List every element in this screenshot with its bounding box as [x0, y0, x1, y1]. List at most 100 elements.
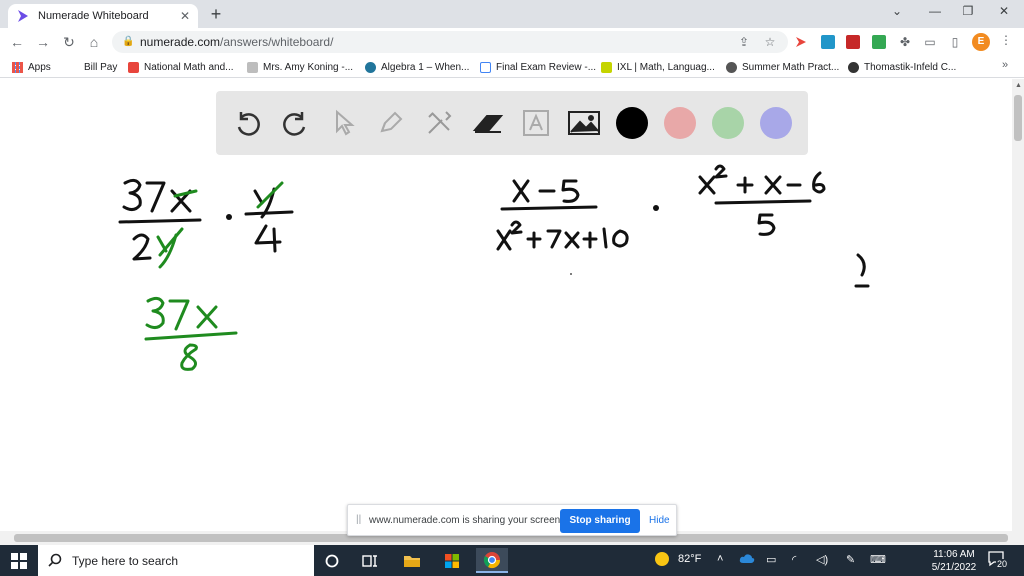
bookmarks-bar: Apps Bill Pay National Math and... Mrs. …: [0, 56, 1024, 78]
ixl-icon: [601, 61, 612, 73]
search-icon: [48, 553, 62, 567]
vertical-scrollbar[interactable]: ▲: [1012, 79, 1024, 531]
wordpress-icon: [365, 61, 376, 73]
weather-sun-icon[interactable]: [654, 551, 670, 570]
bookmark-thomastik[interactable]: Thomastik-Infeld C...: [848, 60, 956, 74]
network-icon[interactable]: ▭: [766, 553, 776, 566]
color-green-swatch[interactable]: [712, 107, 744, 139]
color-pink-swatch[interactable]: [664, 107, 696, 139]
eraser-icon[interactable]: [470, 105, 506, 141]
bookmarks-more-icon[interactable]: »: [1002, 59, 1008, 71]
form-icon: [480, 61, 491, 73]
undo-icon[interactable]: [230, 105, 266, 141]
restore-button[interactable]: ❐: [958, 4, 978, 18]
fraction-quadratic-over-5: [698, 164, 826, 236]
text-icon[interactable]: [518, 105, 554, 141]
extension-check-icon[interactable]: [872, 35, 886, 49]
bookmark-mrs-koning[interactable]: Mrs. Amy Koning -...: [247, 60, 353, 74]
tab-close-icon[interactable]: ✕: [180, 9, 190, 23]
cast-icon[interactable]: ▭: [922, 34, 938, 50]
file-explorer-icon[interactable]: [396, 548, 428, 573]
pen-icon[interactable]: [373, 105, 409, 141]
taskbar-search-box[interactable]: Type here to search: [38, 545, 314, 576]
sharing-message: www.numerade.com is sharing your screen.: [369, 515, 563, 526]
hide-sharebar-button[interactable]: Hide: [649, 515, 670, 526]
stop-sharing-button[interactable]: Stop sharing: [560, 509, 640, 533]
pointer-icon[interactable]: [326, 105, 362, 141]
show-hidden-icons-icon[interactable]: ˄: [717, 553, 723, 565]
close-window-button[interactable]: ✕: [994, 4, 1014, 18]
microsoft-store-icon[interactable]: [436, 548, 468, 573]
numerade-logo-icon: [18, 10, 28, 22]
bookmark-algebra-1[interactable]: Algebra 1 – When...: [365, 60, 469, 74]
chrome-taskbar-icon[interactable]: [476, 548, 508, 573]
screen-sharing-bar: || www.numerade.com is sharing your scre…: [347, 504, 677, 536]
summer-math-icon: [726, 61, 737, 73]
browser-menu-icon[interactable]: ⋮: [1000, 33, 1012, 47]
tab-search-icon[interactable]: ⌄: [887, 4, 907, 18]
onedrive-cloud-icon[interactable]: [739, 553, 755, 567]
extension-arrow-icon[interactable]: [794, 35, 808, 49]
start-button[interactable]: [0, 545, 38, 576]
windows-taskbar: Type here to search 82°F ˄ ▭ ◜ ◁) ✎ ⌨ 11…: [0, 545, 1024, 576]
touch-keyboard-icon[interactable]: ⌨: [870, 553, 886, 566]
bookmark-ixl[interactable]: IXL | Math, Languag...: [601, 60, 715, 74]
whiteboard-toolbar: [216, 91, 808, 155]
page-icon: [247, 61, 258, 73]
bookmark-bill-pay[interactable]: Bill Pay: [84, 60, 117, 74]
extensions-puzzle-icon[interactable]: ✤: [897, 34, 913, 50]
tab-numerade-whiteboard[interactable]: Numerade Whiteboard ✕: [8, 4, 198, 28]
wifi-icon[interactable]: ◜: [792, 553, 796, 566]
multiply-dot-2: [653, 205, 659, 211]
notification-center-icon[interactable]: 20: [988, 551, 1010, 571]
color-lavender-swatch[interactable]: [760, 107, 792, 139]
bookmark-star-icon[interactable]: ☆: [762, 34, 778, 50]
back-button[interactable]: ←: [9, 34, 25, 50]
redo-icon[interactable]: [277, 105, 313, 141]
stray-stroke: [856, 253, 866, 277]
fraction-y-over-4: [244, 187, 294, 253]
search-placeholder: Type here to search: [72, 553, 179, 568]
url-path: /answers/whiteboard/: [220, 35, 334, 49]
tab-title: Numerade Whiteboard: [38, 10, 149, 22]
task-view-icon[interactable]: [354, 548, 386, 573]
fraction-x-minus-5-over-quadratic: [496, 179, 629, 251]
result-37x-over-8: [144, 296, 238, 371]
multiply-dot: [226, 214, 232, 220]
home-button[interactable]: ⌂: [86, 34, 102, 50]
taskbar-clock[interactable]: 11:06 AM 5/21/2022: [928, 548, 980, 574]
cortana-icon[interactable]: [316, 548, 348, 573]
clock-date: 5/21/2022: [931, 562, 977, 573]
bookmark-national-math[interactable]: National Math and...: [128, 60, 234, 74]
minimize-button[interactable]: —: [925, 4, 945, 18]
windows-logo-icon: [11, 552, 27, 569]
color-black-swatch[interactable]: [616, 107, 648, 139]
apps-grid-icon: [12, 61, 23, 73]
side-panel-icon[interactable]: ▯: [947, 34, 963, 50]
forward-button[interactable]: →: [35, 34, 51, 50]
pen-workspace-icon[interactable]: ✎: [846, 553, 855, 566]
extension-pdf-icon[interactable]: [846, 35, 860, 49]
reload-button[interactable]: ↻: [61, 34, 77, 50]
tools-icon[interactable]: [421, 105, 457, 141]
extension-screencast-icon[interactable]: [821, 35, 835, 49]
vertical-scroll-thumb[interactable]: [1014, 95, 1022, 141]
new-tab-button[interactable]: +: [206, 4, 226, 24]
clock-time: 11:06 AM: [933, 549, 975, 560]
url-host: numerade.com: [140, 35, 221, 49]
address-bar[interactable]: 🔒 numerade.com/answers/whiteboard/: [112, 31, 788, 53]
national-math-icon: [128, 61, 139, 73]
profile-avatar[interactable]: E: [972, 33, 990, 51]
bookmark-apps[interactable]: Apps: [12, 60, 51, 74]
volume-icon[interactable]: ◁): [816, 553, 828, 566]
weather-temp[interactable]: 82°F: [678, 553, 701, 565]
drag-handle-icon[interactable]: ||: [356, 514, 361, 525]
tab-strip: Numerade Whiteboard ✕ + ⌄ — ❐ ✕: [0, 0, 1024, 28]
stray-dot: [570, 273, 572, 275]
cancel-y-green: [156, 189, 198, 269]
bookmark-summer-math[interactable]: Summer Math Pract...: [726, 60, 839, 74]
image-icon[interactable]: [566, 105, 602, 141]
scroll-up-icon[interactable]: ▲: [1015, 82, 1022, 89]
bookmark-final-exam[interactable]: Final Exam Review -...: [480, 60, 596, 74]
share-icon[interactable]: ⇪: [736, 34, 752, 50]
